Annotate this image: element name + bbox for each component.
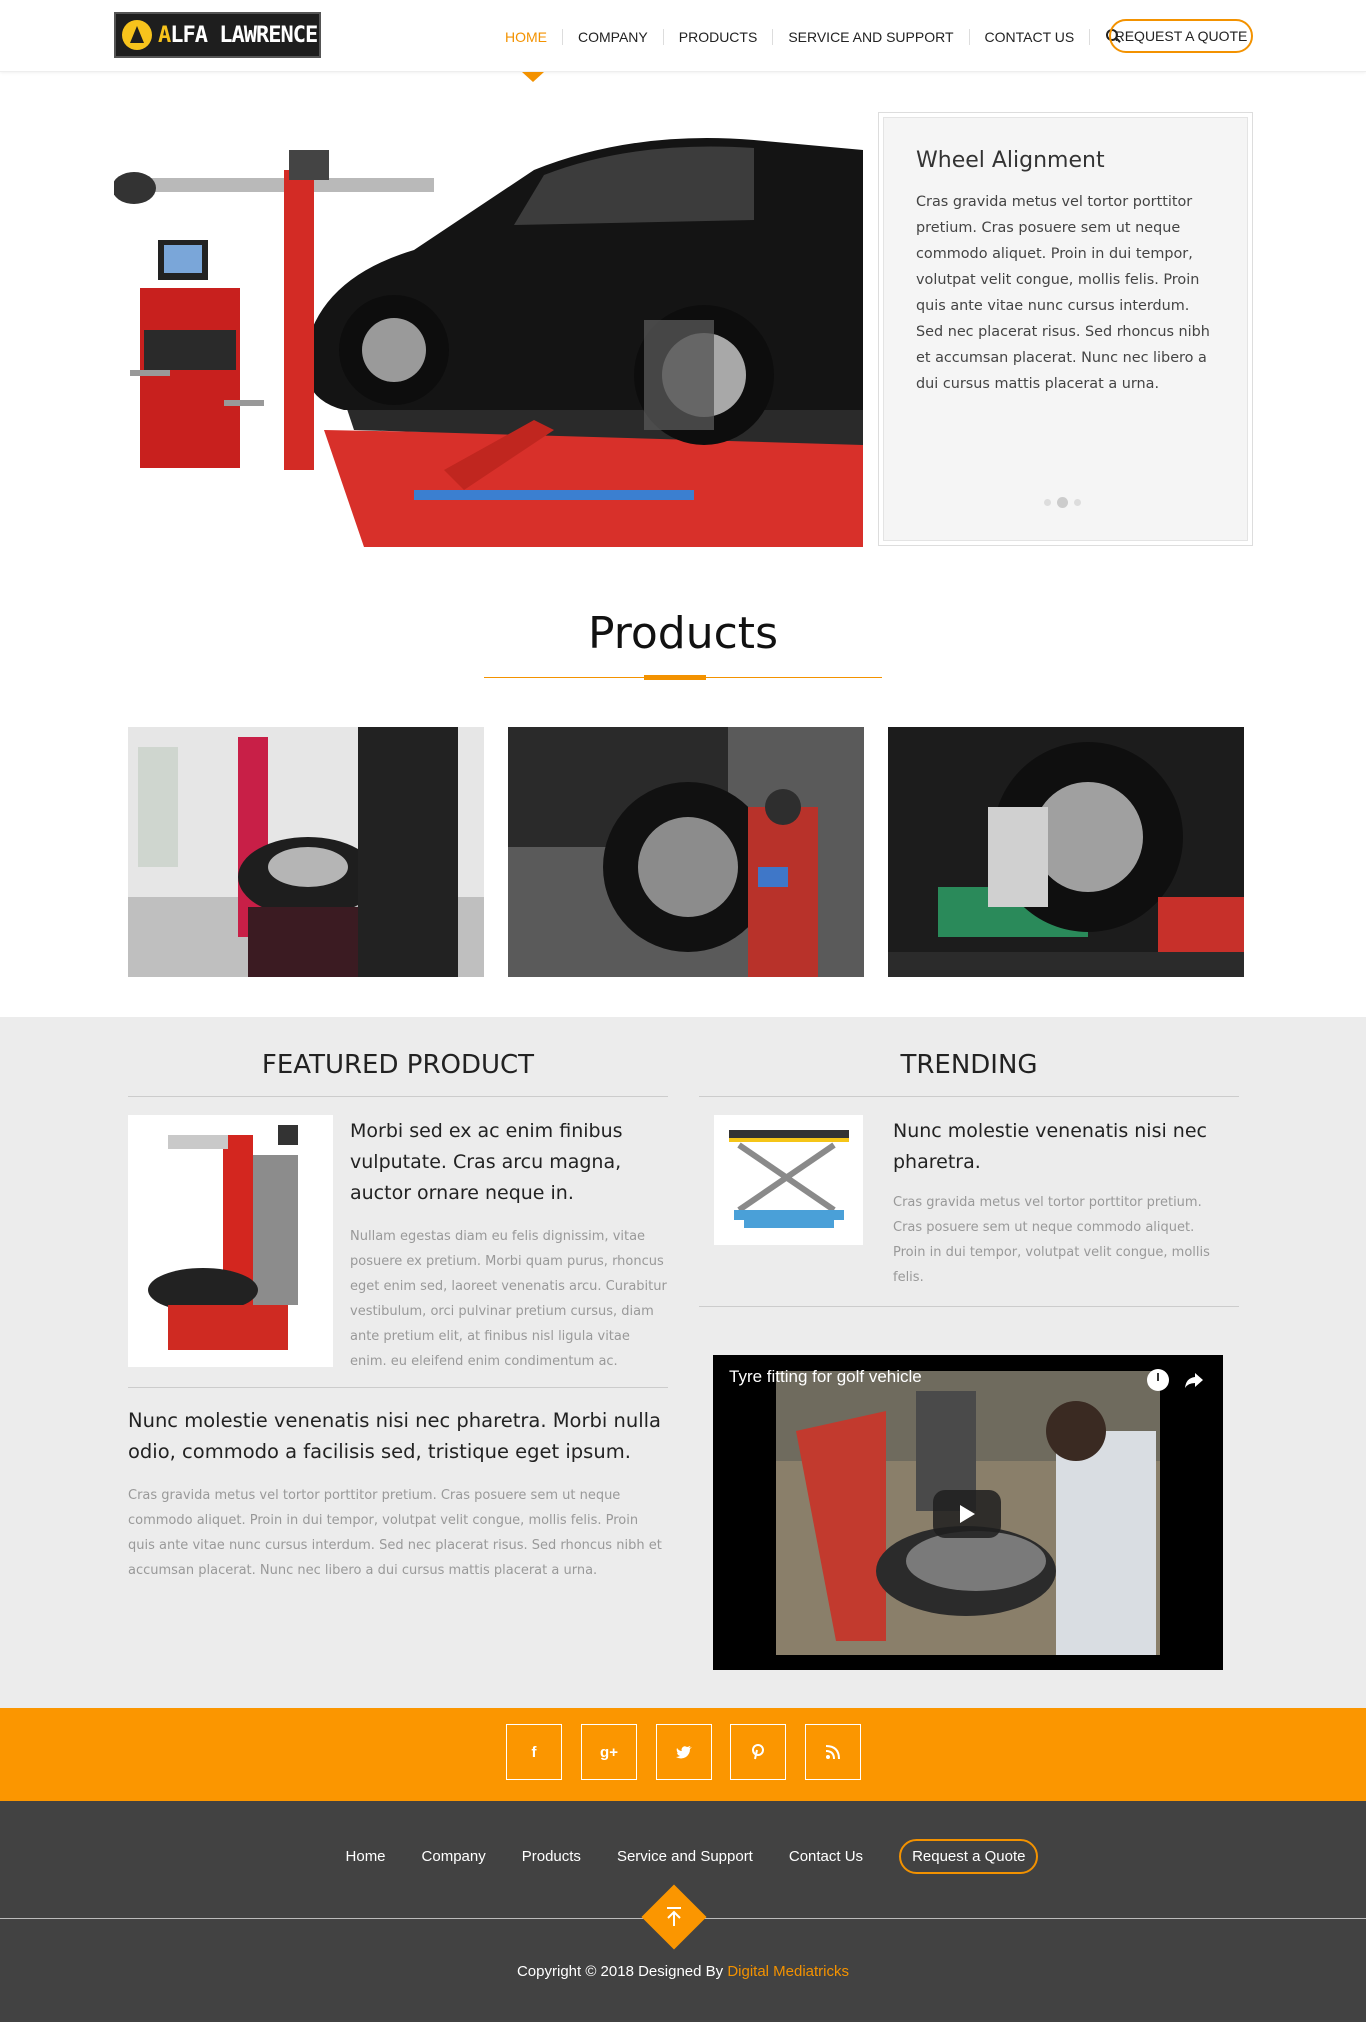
- share-icon[interactable]: [1183, 1369, 1205, 1391]
- site-logo[interactable]: ALFA LAWRENCE: [114, 12, 321, 58]
- footer-link-service-support[interactable]: Service and Support: [617, 1848, 753, 1865]
- nav-home[interactable]: HOME: [490, 29, 563, 45]
- watch-later-icon[interactable]: [1147, 1369, 1169, 1391]
- facebook-icon[interactable]: f: [506, 1724, 562, 1780]
- products-heading: Products: [588, 608, 778, 659]
- pinterest-icon[interactable]: [730, 1724, 786, 1780]
- site-header: ALFA LAWRENCE HOME COMPANY PRODUCTS SERV…: [0, 0, 1366, 72]
- product-image-wheel-aligner[interactable]: [508, 727, 864, 977]
- logo-text: ALFA LAWRENCE: [158, 22, 318, 48]
- featured-item2-text: Cras gravida metus vel tortor porttitor …: [128, 1488, 662, 1578]
- video-title[interactable]: Tyre fitting for golf vehicle: [729, 1367, 922, 1387]
- hero-title: Wheel Alignment: [916, 148, 1105, 173]
- trending-item-text: Cras gravida metus vel tortor porttitor …: [893, 1195, 1210, 1285]
- nav-contact[interactable]: CONTACT US: [970, 29, 1091, 45]
- hero-description: Cras gravida metus vel tortor porttitor …: [916, 194, 1210, 392]
- footer-link-home[interactable]: Home: [346, 1848, 386, 1865]
- rss-icon[interactable]: [805, 1724, 861, 1780]
- slider-dot-active[interactable]: [1057, 497, 1068, 508]
- arrow-up-icon: [667, 1907, 681, 1926]
- hero-image-wheel-alignment: [114, 110, 863, 547]
- active-nav-indicator: [522, 72, 544, 82]
- trending-item-title[interactable]: Nunc molestie venenatis nisi nec pharetr…: [893, 1116, 1233, 1178]
- nav-products[interactable]: PRODUCTS: [664, 29, 774, 45]
- products-underline-accent: [644, 675, 706, 680]
- twitter-icon[interactable]: [656, 1724, 712, 1780]
- request-quote-button[interactable]: REQUEST A QUOTE: [1109, 19, 1253, 53]
- featured-item2-title[interactable]: Nunc molestie venenatis nisi nec pharetr…: [128, 1405, 668, 1467]
- trending-heading: TRENDING: [900, 1050, 1038, 1080]
- play-button[interactable]: [933, 1490, 1001, 1538]
- footer-request-quote-button[interactable]: Request a Quote: [899, 1839, 1039, 1874]
- main-nav: HOME COMPANY PRODUCTS SERVICE AND SUPPOR…: [490, 22, 1128, 52]
- divider: [128, 1387, 668, 1388]
- divider: [128, 1096, 668, 1097]
- featured-item-text: Nullam egestas diam eu felis dignissim, …: [350, 1229, 667, 1369]
- logo-icon: [122, 20, 152, 50]
- product-image-tyre-changer[interactable]: [128, 727, 484, 977]
- slider-dot[interactable]: [1074, 499, 1081, 506]
- nav-company[interactable]: COMPANY: [563, 29, 664, 45]
- featured-product-image[interactable]: [128, 1115, 333, 1367]
- google-plus-icon[interactable]: g+: [581, 1724, 637, 1780]
- hero-info-card: Wheel Alignment Cras gravida metus vel t…: [878, 112, 1253, 546]
- nav-service-support[interactable]: SERVICE AND SUPPORT: [773, 29, 970, 45]
- featured-item-title[interactable]: Morbi sed ex ac enim finibus vulputate. …: [350, 1116, 650, 1209]
- video-player[interactable]: Tyre fitting for golf vehicle: [713, 1355, 1223, 1670]
- divider: [699, 1096, 1239, 1097]
- footer-nav: Home Company Products Service and Suppor…: [0, 1839, 1366, 1874]
- slider-dot[interactable]: [1044, 499, 1051, 506]
- product-image-wheel-clamp[interactable]: [888, 727, 1244, 977]
- copyright: Copyright © 2018 Designed By Digital Med…: [516, 1963, 850, 1980]
- footer-link-company[interactable]: Company: [422, 1848, 486, 1865]
- slider-dots: [1044, 497, 1081, 508]
- footer-link-contact[interactable]: Contact Us: [789, 1848, 863, 1865]
- featured-heading: FEATURED PRODUCT: [261, 1050, 535, 1080]
- trending-product-image[interactable]: [714, 1115, 863, 1245]
- footer-link-products[interactable]: Products: [522, 1848, 581, 1865]
- divider: [699, 1306, 1239, 1307]
- designer-link[interactable]: Digital Mediatricks: [727, 1963, 849, 1980]
